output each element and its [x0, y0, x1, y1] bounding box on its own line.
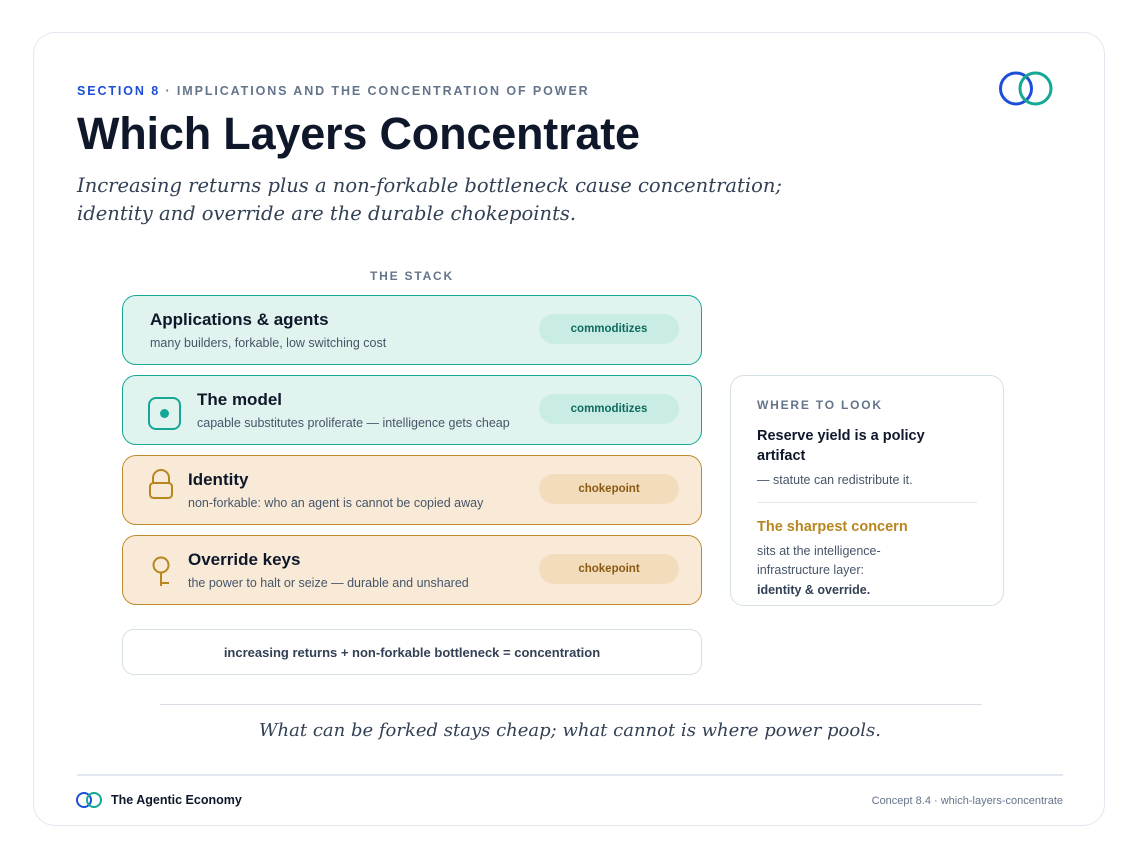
panel-heading-sharpest-concern: The sharpest concern: [757, 519, 908, 535]
panel-divider: [757, 502, 977, 503]
footer-divider: [77, 774, 1063, 776]
key-icon: [152, 556, 170, 586]
closing-quote: What can be forked stays cheap; what can…: [259, 720, 881, 741]
layer-description: the power to halt or seize — durable and…: [188, 576, 469, 590]
panel-heading-reserve-yield: Reserve yield is a policy artifact: [757, 428, 925, 464]
section-kicker: SECTION 8 · IMPLICATIONS AND THE CONCENT…: [77, 84, 590, 98]
footer-logo-icon: [76, 792, 102, 808]
layer-name: Override keys: [188, 550, 301, 569]
panel-text-layer: sits at the intelligence-infrastructure …: [757, 544, 881, 577]
layer-model: The model capable substitutes proliferat…: [122, 375, 702, 445]
page-subtitle: Increasing returns plus a non-forkable b…: [77, 174, 782, 225]
chip-icon: [148, 397, 181, 430]
quote-divider: [160, 704, 982, 705]
layer-override-keys: Override keys the power to halt or seize…: [122, 535, 702, 605]
stack-label: THE STACK: [370, 269, 454, 283]
layer-description: many builders, forkable, low switching c…: [150, 336, 387, 350]
layer-applications: Applications & agents many builders, for…: [122, 295, 702, 365]
layer-name: Applications & agents: [150, 310, 329, 329]
concentration-formula: increasing returns + non-forkable bottle…: [122, 629, 702, 675]
layer-description: non-forkable: who an agent is cannot be …: [188, 496, 484, 510]
lock-icon: [149, 469, 173, 499]
status-badge-commoditizes: commoditizes: [539, 394, 679, 424]
section-number: SECTION 8: [77, 84, 161, 98]
brand-logo-icon: [999, 71, 1053, 106]
layer-name: Identity: [188, 470, 249, 489]
page-title: Which Layers Concentrate: [77, 108, 640, 159]
section-title: · IMPLICATIONS AND THE CONCENTRATION OF …: [165, 84, 590, 98]
footer-reference: Concept 8.4 · which-layers-concentrate: [871, 795, 1063, 807]
status-badge-chokepoint: chokepoint: [539, 474, 679, 504]
layer-name: The model: [197, 390, 283, 409]
panel-text-identity-override: identity & override.: [757, 583, 871, 597]
layer-description: capable substitutes proliferate — intell…: [197, 416, 510, 430]
panel-text-statute: — statute can redistribute it.: [757, 473, 913, 487]
layer-identity: Identity non-forkable: who an agent is c…: [122, 455, 702, 525]
status-badge-chokepoint: chokepoint: [539, 554, 679, 584]
footer-brand: The Agentic Economy: [111, 793, 242, 807]
panel-label: WHERE TO LOOK: [757, 398, 883, 412]
status-badge-commoditizes: commoditizes: [539, 314, 679, 344]
where-to-look-panel: WHERE TO LOOK Reserve yield is a policy …: [730, 375, 1004, 606]
